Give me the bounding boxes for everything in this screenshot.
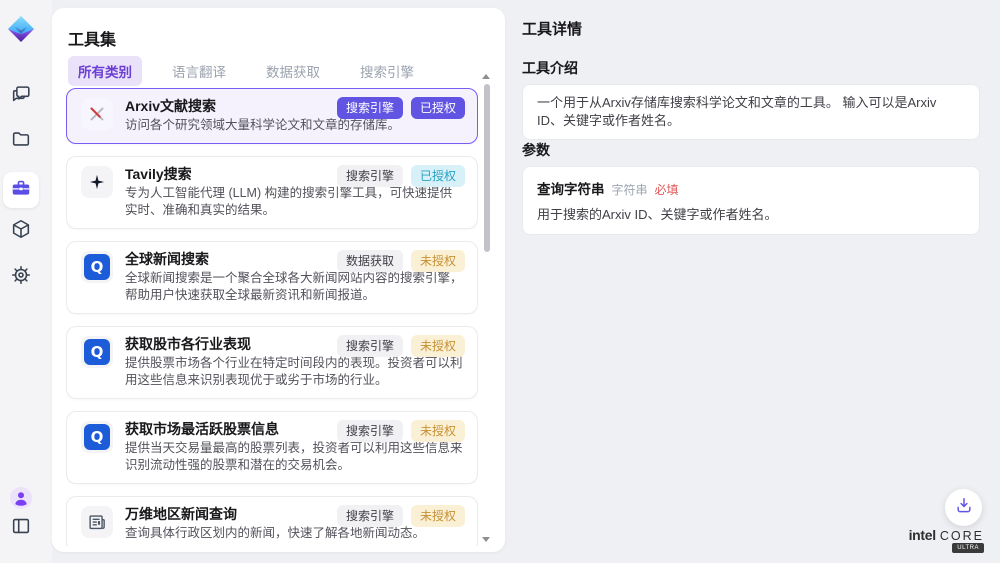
sidebar-item-gear[interactable] — [9, 265, 33, 289]
category-tabs: 所有类别语言翻译数据获取搜索引擎 — [68, 56, 424, 86]
core-wordmark: core — [940, 529, 984, 543]
parameters-card: 查询字符串字符串必填用于搜索的Arxiv ID、关键字或作者姓名。 — [522, 166, 980, 235]
tool-card[interactable]: Q 获取股市各行业表现 提供股票市场各个行业在特定时间段内的表现。投资者可以利用… — [66, 326, 478, 399]
sidebar-item-cube[interactable] — [9, 219, 33, 243]
arxiv-icon — [81, 98, 113, 130]
news-icon — [81, 506, 113, 538]
scrollbar-up-arrow[interactable] — [482, 74, 490, 79]
tool-tag: 已授权 — [411, 165, 465, 187]
tab-2[interactable]: 语言翻译 — [162, 56, 236, 86]
tool-description: 提供当天交易量最高的股票列表，投资者可以利用这些信息来识别流动性强的股票和潜在的… — [125, 440, 463, 474]
tool-tag: 未授权 — [411, 420, 465, 442]
chat-icon — [10, 83, 32, 110]
tavily-icon — [81, 166, 113, 198]
tool-tags: 搜索引擎已授权 — [337, 97, 465, 119]
blue-q-icon: Q — [81, 336, 113, 368]
tool-tags: 搜索引擎未授权 — [337, 335, 465, 357]
scrollbar-down-arrow[interactable] — [482, 537, 490, 542]
intel-wordmark: intel — [909, 527, 936, 543]
tool-tag: 未授权 — [411, 505, 465, 527]
download-button[interactable] — [945, 489, 982, 526]
parameter-header: 查询字符串字符串必填 — [537, 178, 965, 198]
sidebar-item-panel-toggle[interactable] — [9, 516, 33, 540]
tool-card-list: Arxiv文献搜索 访问各个研究领域大量科学论文和文章的存储库。 搜索引擎已授权… — [66, 88, 478, 546]
tab-1[interactable]: 所有类别 — [68, 56, 142, 86]
tool-tag: 搜索引擎 — [337, 165, 403, 187]
panel-toggle-icon — [10, 515, 32, 542]
tool-tag: 搜索引擎 — [337, 420, 403, 442]
folder-icon — [10, 128, 32, 155]
intro-text: 一个用于从Arxiv存储库搜索科学论文和文章的工具。 输入可以是Arxiv ID… — [537, 95, 936, 128]
blue-q-icon: Q — [81, 421, 113, 453]
tool-tag: 搜索引擎 — [337, 505, 403, 527]
ultra-badge: Ultra — [952, 543, 984, 553]
sidebar-item-user-avatar[interactable] — [9, 488, 33, 512]
sidebar-item-toolbox[interactable] — [3, 172, 39, 208]
cube-icon — [10, 218, 32, 245]
tool-tag: 未授权 — [411, 250, 465, 272]
gear-icon — [10, 264, 32, 291]
intro-card: 一个用于从Arxiv存储库搜索科学论文和文章的工具。 输入可以是Arxiv ID… — [522, 84, 980, 140]
tool-tags: 搜索引擎未授权 — [337, 420, 465, 442]
app-logo-icon — [7, 15, 35, 43]
parameter-required-badge: 必填 — [655, 181, 679, 198]
user-avatar-icon — [9, 486, 33, 515]
params-heading: 参数 — [522, 140, 550, 160]
tool-description: 专为人工智能代理 (LLM) 构建的搜索引擎工具，可快速提供实时、准确和真实的结… — [125, 185, 463, 219]
tool-description: 全球新闻搜索是一个聚合全球各大新闻网站内容的搜索引擎，帮助用户快速获取全球最新资… — [125, 270, 463, 304]
toolbox-icon — [10, 177, 32, 204]
sidebar-item-folder[interactable] — [9, 129, 33, 153]
tool-card[interactable]: Q 全球新闻搜索 全球新闻搜索是一个聚合全球各大新闻网站内容的搜索引擎，帮助用户… — [66, 241, 478, 314]
tools-panel-title: 工具集 — [68, 26, 116, 50]
tool-tags: 搜索引擎已授权 — [337, 165, 465, 187]
tool-tags: 数据获取未授权 — [337, 250, 465, 272]
tool-card[interactable]: 万维地区新闻查询 查询具体行政区划内的新闻，快速了解各地新闻动态。 搜索引擎未授… — [66, 496, 478, 546]
tool-card[interactable]: Tavily搜索 专为人工智能代理 (LLM) 构建的搜索引擎工具，可快速提供实… — [66, 156, 478, 229]
tools-panel: 工具集 所有类别语言翻译数据获取搜索引擎 Arxiv文献搜索 访问各个研究领域大… — [52, 8, 505, 552]
blue-q-icon: Q — [81, 251, 113, 283]
scrollbar-thumb[interactable] — [484, 84, 490, 252]
download-icon — [954, 495, 974, 520]
tool-description: 访问各个研究领域大量科学论文和文章的存储库。 — [125, 117, 463, 134]
tool-description: 查询具体行政区划内的新闻，快速了解各地新闻动态。 — [125, 525, 463, 542]
tool-tag: 搜索引擎 — [337, 97, 403, 119]
tab-4[interactable]: 搜索引擎 — [350, 56, 424, 86]
tool-tag: 已授权 — [411, 97, 465, 119]
tool-description: 提供股票市场各个行业在特定时间段内的表现。投资者可以利用这些信息来识别表现优于或… — [125, 355, 463, 389]
tool-tag: 未授权 — [411, 335, 465, 357]
tool-tag: 数据获取 — [337, 250, 403, 272]
parameter-type: 字符串 — [612, 181, 648, 198]
tool-tags: 搜索引擎未授权 — [337, 505, 465, 527]
tool-card[interactable]: Q 获取市场最活跃股票信息 提供当天交易量最高的股票列表，投资者可以利用这些信息… — [66, 411, 478, 484]
parameter-description: 用于搜索的Arxiv ID、关键字或作者姓名。 — [537, 204, 965, 223]
tool-card[interactable]: Arxiv文献搜索 访问各个研究领域大量科学论文和文章的存储库。 搜索引擎已授权 — [66, 88, 478, 144]
tool-tag: 搜索引擎 — [337, 335, 403, 357]
detail-panel-title: 工具详情 — [522, 18, 582, 39]
parameter-name: 查询字符串 — [537, 178, 605, 198]
side-rail — [0, 0, 52, 563]
intel-core-logo: intel core Ultra — [909, 527, 984, 543]
intro-heading: 工具介绍 — [522, 58, 578, 78]
tab-3[interactable]: 数据获取 — [256, 56, 330, 86]
sidebar-item-chat[interactable] — [9, 84, 33, 108]
